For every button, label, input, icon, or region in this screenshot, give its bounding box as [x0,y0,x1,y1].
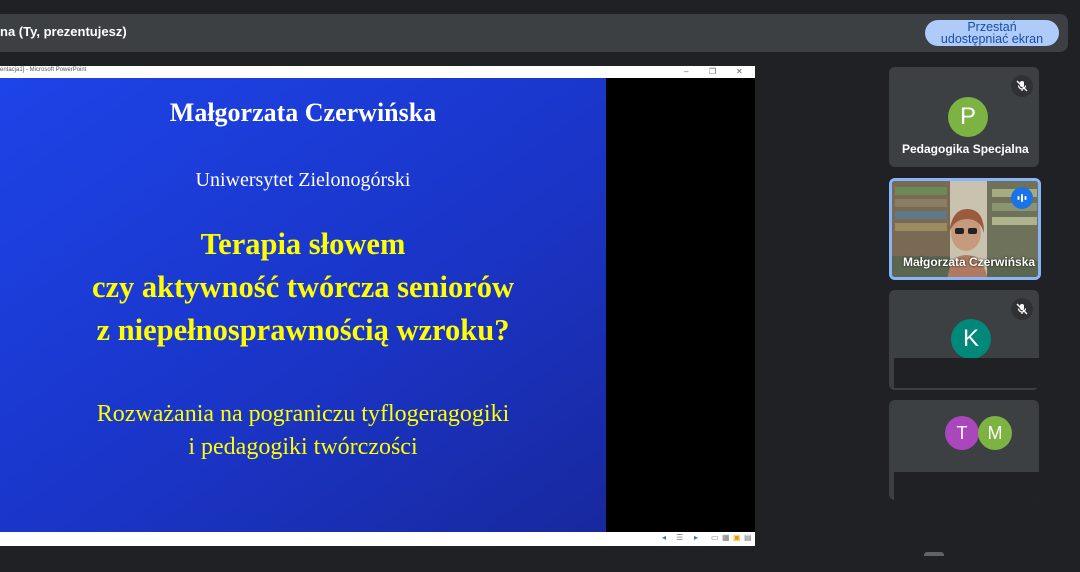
grid-view-icon[interactable]: ▦ [722,533,730,542]
stop-sharing-button[interactable]: Przestań udostępniać ekran [925,20,1059,46]
minimize-button[interactable]: – [684,66,688,77]
avatar: T [945,416,979,450]
redaction-box [894,472,1039,500]
slide-title: Terapia słowem czy aktywność twórcza sen… [0,223,606,352]
slide-university: Uniwersytet Zielonogórski [195,169,411,191]
participant-tile-4[interactable]: T M [889,400,1039,500]
next-icon[interactable]: ▸ [694,533,698,542]
maximize-button[interactable]: ❐ [709,66,716,77]
mic-off-icon [1011,298,1033,320]
presentation-slide: Małgorzata Czerwińska Uniwersytet Zielon… [0,78,606,532]
participant-tile-2[interactable]: Małgorzata Czerwińska [889,178,1041,280]
shared-screen: entacja1] - Microsoft PowerPoint – ❐ ✕ M… [0,66,755,546]
presenter-label: na (Ty, prezentujesz) [0,24,127,39]
slide-subtitle-line1: Rozważania na pograniczu tyflogeragogiki [96,401,510,427]
avatar: K [951,319,991,359]
slideshow-icon[interactable]: ▣ [733,533,741,542]
participant-tile-3[interactable]: K [889,290,1039,390]
avatar: M [978,416,1012,450]
participant-tile-1[interactable]: P Pedagogika Specjalna [889,67,1039,167]
slide-subtitle-line2: i pedagogiki twórczości [188,434,418,460]
window-title-bar: entacja1] - Microsoft PowerPoint – ❐ ✕ [0,66,755,78]
prev-icon[interactable]: ◂ [662,533,666,542]
reading-view-icon[interactable]: ▤ [744,533,752,542]
participant-name: Pedagogika Specjalna [902,142,1029,156]
top-bar: na (Ty, prezentujesz) Przestań udostępni… [0,14,1068,52]
redaction-box [894,358,1039,388]
stop-sharing-label-line2: udostępniać ekran [940,32,1044,46]
slide-title-line1: Terapia słowem [200,227,406,261]
avatar: P [948,97,988,137]
window-title: entacja1] - Microsoft PowerPoint [0,67,87,73]
slide-title-line2: czy aktywność twórcza seniorów [91,270,515,304]
mic-off-icon [1011,75,1033,97]
close-button[interactable]: ✕ [736,66,743,77]
powerpoint-status-bar: ◂ ☰ ▸ ▭ ▦ ▣ ▤ [0,532,755,546]
audio-level-icon [1011,187,1033,209]
slide-subtitle: Rozważania na pograniczu tyflogeragogiki… [0,398,606,464]
slide-sorter-icon[interactable]: ☰ [676,533,683,542]
participant-name: Małgorzata Czerwińska [903,255,1036,269]
normal-view-icon[interactable]: ▭ [711,533,719,542]
bottom-bar [0,556,1080,572]
slide-author: Małgorzata Czerwińska [169,98,437,127]
slide-title-line3: z niepełnosprawnością wzroku? [96,313,510,347]
